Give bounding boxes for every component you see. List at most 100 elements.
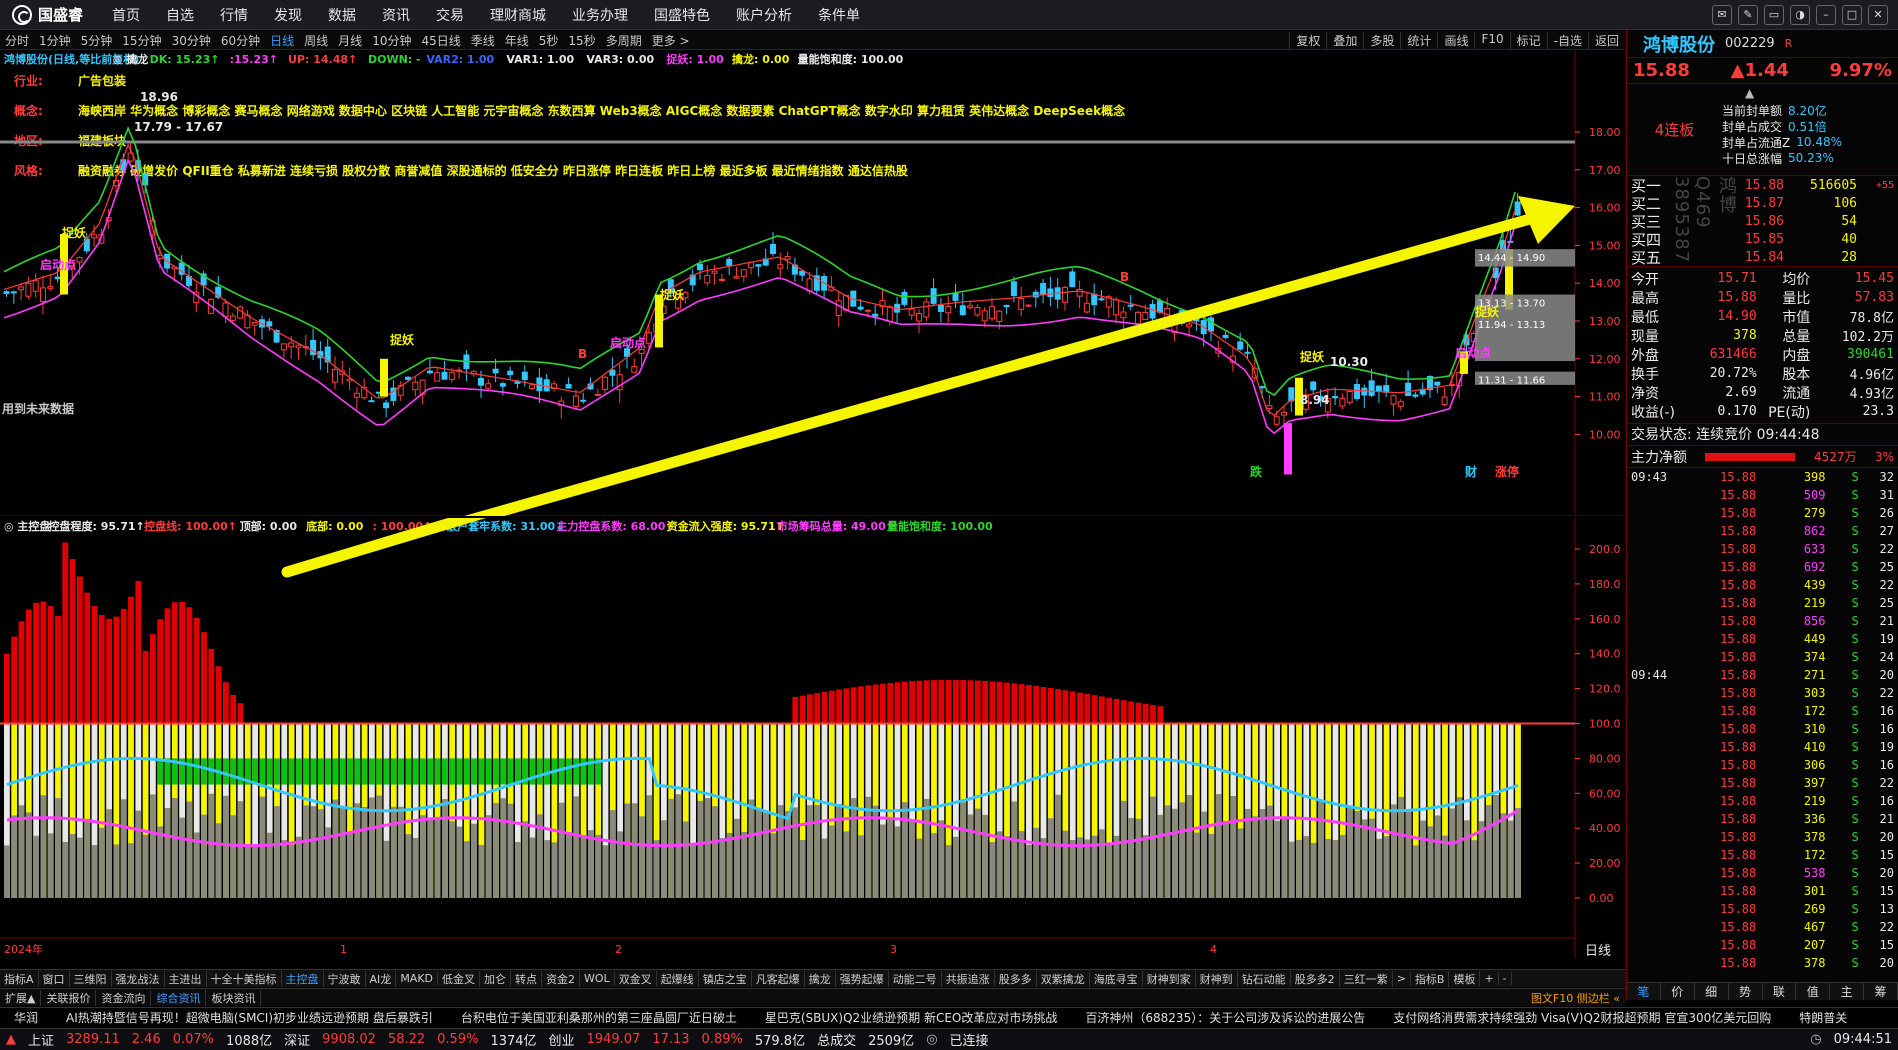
app-logo[interactable]: 国盛睿 <box>0 4 99 25</box>
indicator-svg[interactable]: ◎ 主控盘控盘程度: 95.71↑ 控盘线: 100.00↑ 顶部: 0.00 底部:… <box>0 292 1625 959</box>
indicator-tab[interactable]: + <box>1480 972 1499 985</box>
indicator-tab[interactable]: 窗口 <box>39 970 70 987</box>
indicator-tab[interactable]: 财神到家 <box>1143 970 1196 987</box>
indicator-tab[interactable]: 股多多2 <box>1291 970 1340 987</box>
news-item[interactable]: 星巴克(SBUX)Q2业绩逊预期 新CEO改革应对市场挑战 <box>751 1009 1072 1026</box>
indicator-tab[interactable]: AI龙 <box>366 970 397 987</box>
info-tab[interactable]: 资金流向 <box>96 989 152 1006</box>
maximize-icon[interactable]: □ <box>1842 4 1862 25</box>
indicator-chart[interactable]: ◎ 主控盘 控盘程度: 95.71↑ 控盘线: 100.00↑ 顶部: 0.00 底部:… <box>0 292 1625 959</box>
indicator-tab[interactable]: 股多多 <box>995 970 1037 987</box>
info-tab[interactable]: 综合资讯 <box>151 989 207 1006</box>
nav-item[interactable]: 交易 <box>423 5 477 25</box>
nav-item[interactable]: 数据 <box>315 5 369 25</box>
sz-label[interactable]: 深证 <box>278 1030 316 1049</box>
nav-item[interactable]: 资讯 <box>369 5 423 25</box>
quote-panel-tab[interactable]: 价 <box>1661 983 1695 1000</box>
period-tab[interactable]: 月线 <box>333 32 367 49</box>
candlestick-svg[interactable]: 鸿博股份(日线,等比前复权)◎ 擒龙 DK: 15.23↑:15.23↑ UP: 1… <box>0 51 1625 578</box>
period-tab[interactable]: 1分钟 <box>34 32 76 49</box>
indicator-tab[interactable]: MAKD <box>396 972 439 985</box>
period-tab[interactable]: 60分钟 <box>216 32 265 49</box>
period-tab[interactable]: 5秒 <box>534 32 564 49</box>
news-item[interactable]: 特朗普关 <box>1785 1009 1861 1026</box>
close-icon[interactable]: ✕ <box>1868 4 1888 25</box>
indicator-tab[interactable]: 动能二号 <box>889 970 942 987</box>
period-tab[interactable]: 更多 > <box>647 32 695 49</box>
indicator-tab[interactable]: 加仑 <box>480 970 512 987</box>
chart-tool-button[interactable]: F10 <box>1474 31 1509 49</box>
indicator-tab[interactable]: 模板 <box>1449 970 1481 987</box>
sh-label[interactable]: 上证 <box>22 1030 60 1049</box>
side-panel-toggle[interactable]: 图文F10 侧边栏 « <box>1531 990 1626 1006</box>
news-ticker[interactable]: 华润 AI热潮持暨信号再现！超微电脑(SMCI)初步业绩远逊预期 盘后暴跌引 台积电… <box>0 1007 1898 1027</box>
collapse-icon[interactable]: ▲ <box>1745 86 1754 100</box>
chart-tool-button[interactable]: 返回 <box>1587 31 1625 49</box>
info-tab[interactable]: 关联报价 <box>41 989 97 1006</box>
indicator-tab[interactable]: - <box>1499 972 1512 985</box>
indicator-tab[interactable]: 主控盘 <box>282 970 324 987</box>
nav-item[interactable]: 国盛特色 <box>641 5 723 25</box>
quote-panel-tab[interactable]: 筹 <box>1864 983 1898 1000</box>
news-item[interactable]: 台积电位于美国亚利桑那州的第三座晶圆厂近日破土 <box>447 1009 751 1026</box>
period-tab[interactable]: 30分钟 <box>167 32 216 49</box>
quote-panel-tab[interactable]: 主 <box>1830 983 1865 1000</box>
news-item[interactable]: AI热潮持暨信号再现！超微电脑(SMCI)初步业绩远逊预期 盘后暴跌引 <box>52 1009 447 1026</box>
bid-row[interactable]: 买一 15.88 516605 +55 <box>1627 176 1898 195</box>
message-icon[interactable]: ✉ <box>1712 4 1732 25</box>
indicator-tab[interactable]: 十全十美指标 <box>207 970 282 987</box>
indicator-tab[interactable]: 主进出 <box>165 970 207 987</box>
news-item[interactable]: 支付网络消费需求持续强劲 Visa(V)Q2财报超预期 官宣300亿美元回购 <box>1379 1009 1785 1026</box>
nav-item[interactable]: 首页 <box>99 5 153 25</box>
chart-tool-button[interactable]: 标记 <box>1509 31 1547 49</box>
indicator-tab[interactable]: 强龙战法 <box>112 970 165 987</box>
nav-item[interactable]: 理财商城 <box>477 5 559 25</box>
chart-tool-button[interactable]: 多股 <box>1363 31 1400 49</box>
info-tab[interactable]: 板块资讯 <box>206 989 262 1006</box>
indicator-tab[interactable]: 共振追涨 <box>942 970 995 987</box>
period-tab[interactable]: 多周期 <box>601 32 647 49</box>
indicator-tab[interactable]: 钻石动能 <box>1238 970 1291 987</box>
period-tab[interactable]: 5分钟 <box>76 32 118 49</box>
period-tab[interactable]: 15分钟 <box>117 32 166 49</box>
indicator-tab[interactable]: WOL <box>580 972 615 985</box>
indicator-tab[interactable]: 双紫擒龙 <box>1037 970 1090 987</box>
nav-item[interactable]: 业务办理 <box>559 5 641 25</box>
indicator-tab[interactable]: 指标A <box>0 970 39 987</box>
indicator-tab[interactable]: > <box>1393 972 1411 985</box>
nav-item[interactable]: 自选 <box>153 5 207 25</box>
quote-panel-tab[interactable]: 笔 <box>1627 983 1661 1000</box>
indicator-tab[interactable]: 海底寻宝 <box>1090 970 1143 987</box>
quote-panel-tab[interactable]: 联 <box>1763 983 1797 1000</box>
news-item[interactable]: 华润 <box>0 1009 52 1026</box>
nav-item[interactable]: 账户分析 <box>723 5 805 25</box>
nav-item[interactable]: 行情 <box>207 5 261 25</box>
bid-row[interactable]: 买二 15.87 106 <box>1627 194 1898 213</box>
indicator-tab[interactable]: 指标B <box>1411 970 1450 987</box>
info-tab[interactable]: 扩展▲ <box>0 989 42 1006</box>
indicator-tab[interactable]: 镇店之宝 <box>699 970 752 987</box>
indicator-tab[interactable]: 起爆线 <box>657 970 699 987</box>
indicator-tab[interactable]: 擒龙 <box>805 970 836 987</box>
indicator-tab[interactable]: 双金叉 <box>615 970 657 987</box>
quote-panel-tab[interactable]: 势 <box>1729 983 1763 1000</box>
bid-row[interactable]: 买四 15.85 40 <box>1627 230 1898 249</box>
candlestick-chart[interactable]: 鸿博股份(日线,等比前复权) ◎ 擒龙 DK: 15.23↑:15.23↑ UP: 1… <box>0 51 1625 578</box>
indicator-tab[interactable]: 三红一紫 <box>1340 970 1393 987</box>
skin-icon[interactable]: ◑ <box>1790 4 1810 25</box>
indicator-tab[interactable]: 强势起爆 <box>836 970 889 987</box>
period-tab[interactable]: 日线 <box>265 32 299 49</box>
chart-tool-button[interactable]: 复权 <box>1289 31 1326 49</box>
period-tab[interactable]: 15秒 <box>563 32 600 49</box>
indicator-tab[interactable]: 三维阳 <box>70 970 112 987</box>
indicator-tab[interactable]: 凡客起爆 <box>752 970 805 987</box>
indicator-tab[interactable]: 转点 <box>511 970 543 987</box>
period-tab[interactable]: 年线 <box>500 32 534 49</box>
period-tab[interactable]: 季线 <box>466 32 500 49</box>
stock-name[interactable]: 鸿博股份 <box>1643 31 1715 57</box>
cy-label[interactable]: 创业 <box>543 1030 581 1049</box>
quote-panel-tab[interactable]: 细 <box>1695 983 1729 1000</box>
period-tab[interactable]: 分时 <box>0 32 34 49</box>
quote-panel-tab[interactable]: 值 <box>1796 983 1831 1000</box>
period-tab[interactable]: 周线 <box>299 32 333 49</box>
